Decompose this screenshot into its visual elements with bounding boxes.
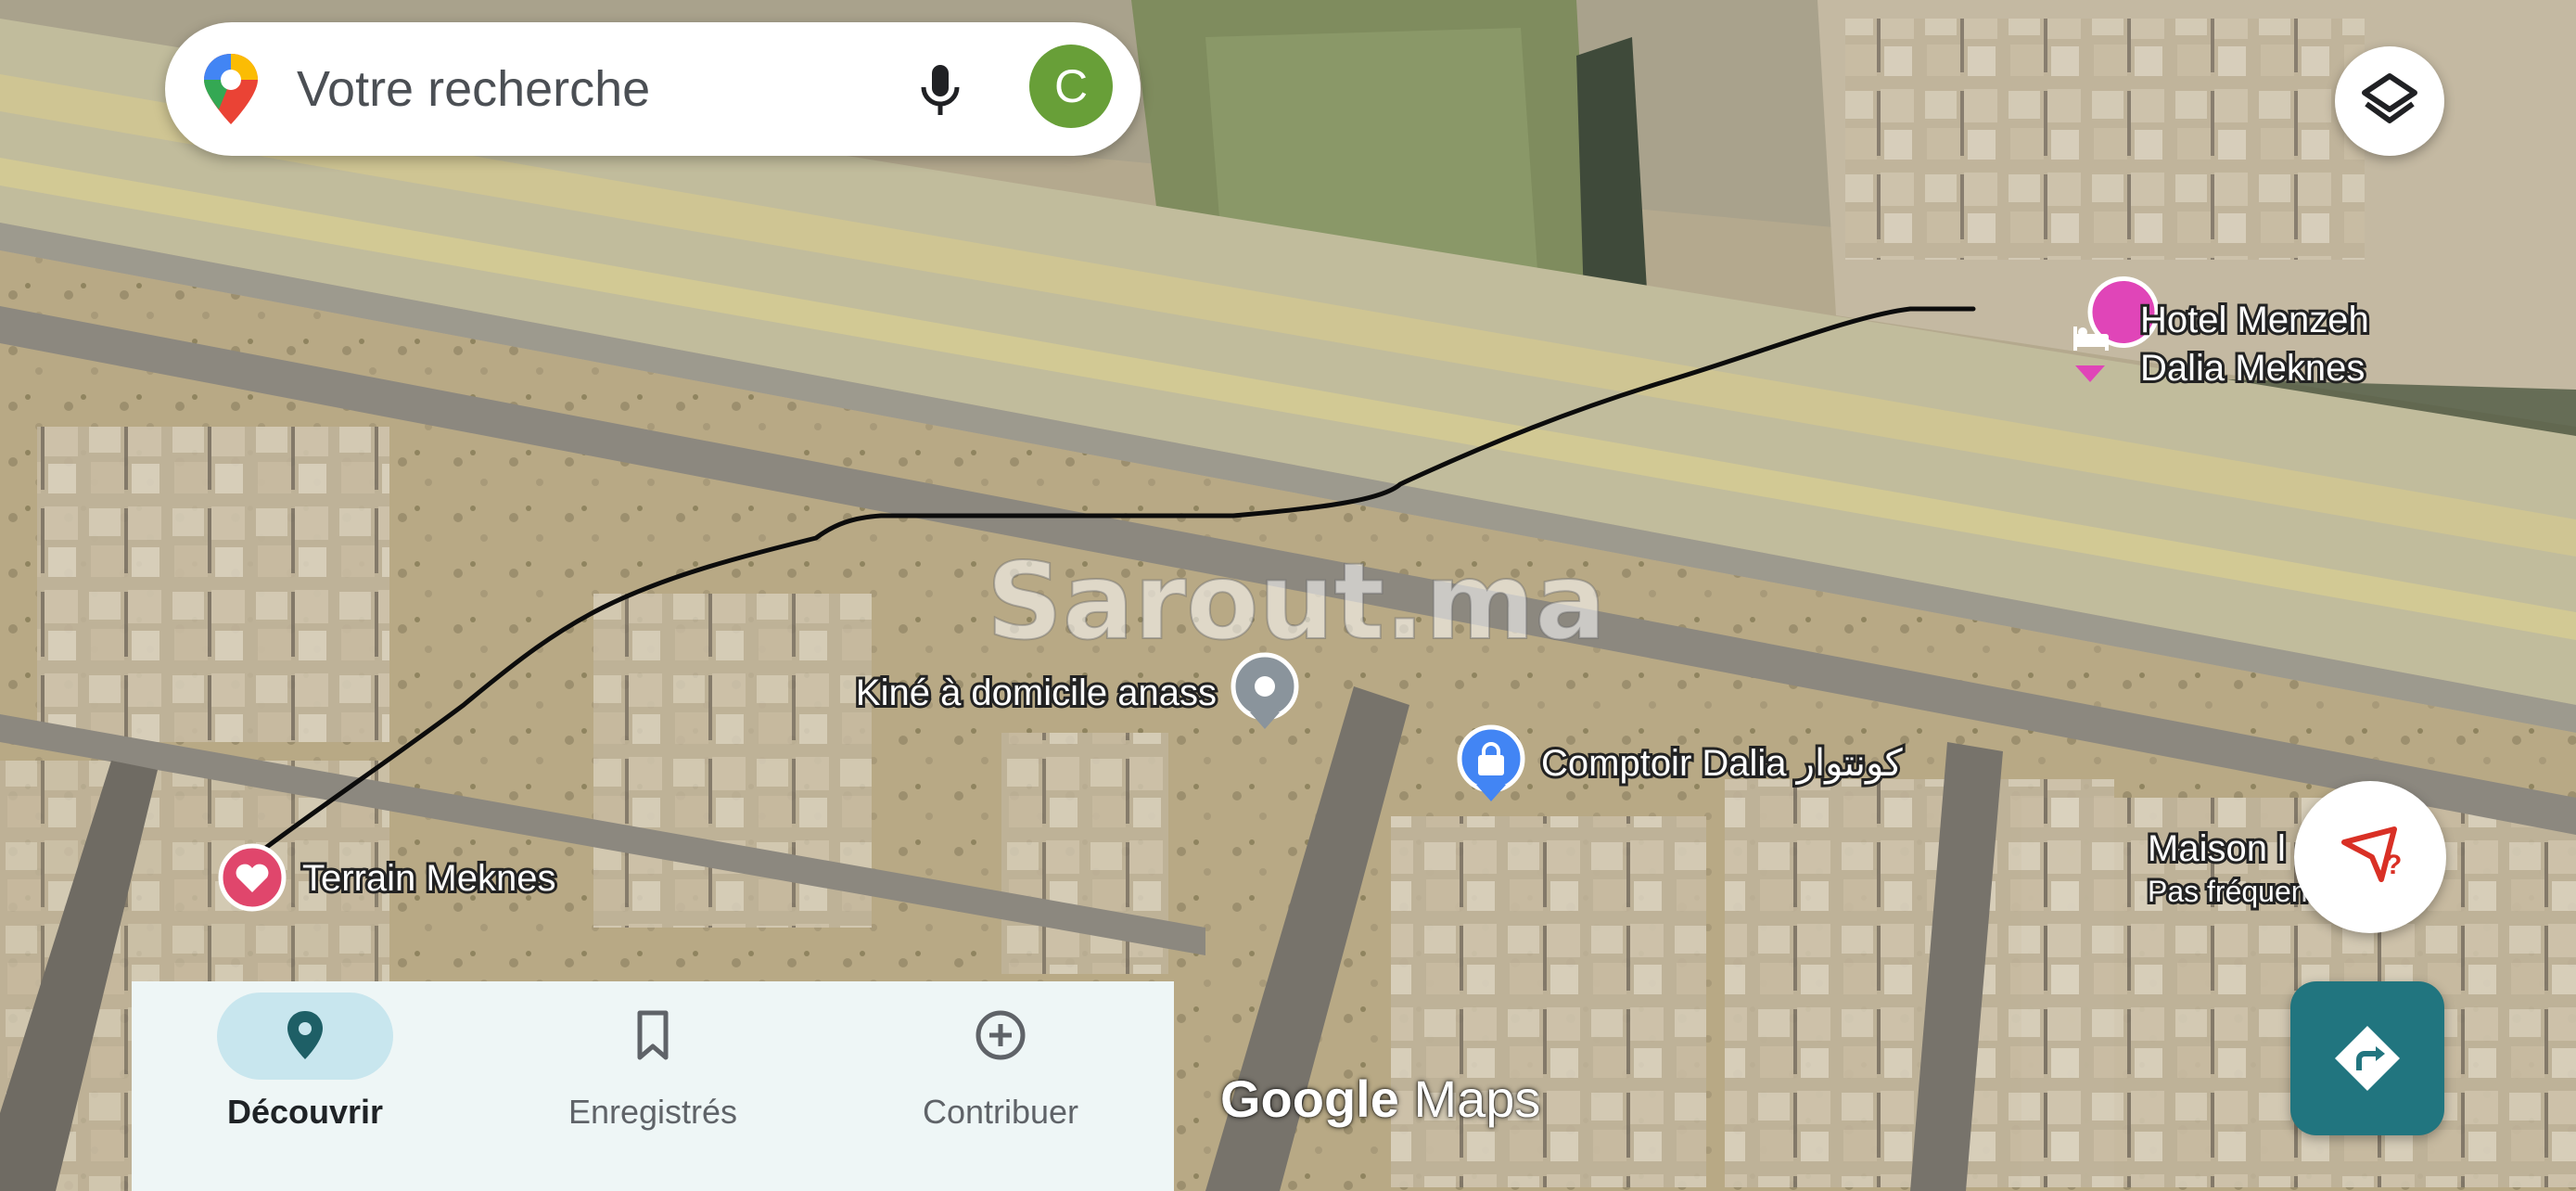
directions-button[interactable]	[2290, 981, 2444, 1135]
layers-button[interactable]	[2335, 46, 2444, 156]
bookmark-icon	[637, 1010, 669, 1060]
tab-discover[interactable]: Découvrir	[132, 981, 478, 1191]
account-avatar[interactable]: C	[1029, 45, 1113, 128]
maps-wordmark: Maps	[1413, 1069, 1541, 1128]
google-wordmark: Google	[1220, 1069, 1399, 1128]
svg-text:?: ?	[2385, 850, 2402, 880]
explore-pin-icon	[287, 1011, 323, 1059]
comptoir-label[interactable]: Comptoir Dalia كونتوار	[1538, 740, 1906, 788]
directions-icon	[2335, 1026, 2400, 1091]
tab-saved-label: Enregistrés	[567, 1093, 738, 1131]
add-circle-icon	[976, 1010, 1026, 1060]
tab-discover-label: Découvrir	[226, 1093, 384, 1131]
tab-saved[interactable]: Enregistrés	[479, 981, 826, 1191]
layers-icon	[2362, 73, 2417, 123]
explore-nearby-icon: ?	[2341, 826, 2402, 882]
maison-label-line1[interactable]: Maison l	[2145, 826, 2289, 872]
search-input[interactable]: Votre recherche	[297, 22, 650, 156]
maps-pin-icon	[204, 54, 258, 124]
tab-contribute-label: Contribuer	[922, 1093, 1079, 1131]
explore-nearby-button[interactable]: ?	[2294, 781, 2446, 933]
watermark: Sarout.ma	[987, 540, 1606, 663]
maison-label-line2[interactable]: Pas fréquen	[2145, 872, 2311, 911]
microphone-icon[interactable]	[907, 56, 974, 122]
kine-label[interactable]: Kiné à domicile anass	[853, 670, 1219, 716]
google-maps-logo: Google Maps	[1220, 1069, 1540, 1129]
hotel-label-line2[interactable]: Dalia Meknes	[2137, 345, 2367, 391]
search-bar[interactable]: Votre recherche C	[165, 22, 1141, 156]
place-pin-icon	[1255, 676, 1275, 697]
hotel-label-line1[interactable]: Hotel Menzeh	[2137, 297, 2372, 343]
tab-contribute[interactable]: Contribuer	[827, 981, 1174, 1191]
bottom-navigation: Découvrir Enregistrés Contribuer	[132, 981, 1174, 1191]
terrain-marker[interactable]	[218, 843, 287, 912]
terrain-label[interactable]: Terrain Meknes	[300, 855, 558, 902]
